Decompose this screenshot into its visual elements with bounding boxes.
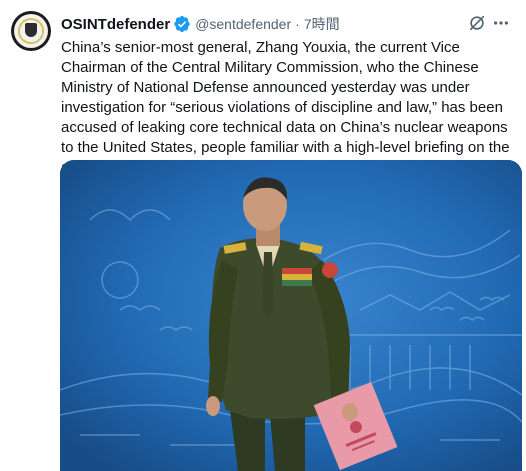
author-name[interactable]: OSINTdefender xyxy=(61,16,170,33)
photo-general-walking xyxy=(60,160,522,471)
separator-dot: · xyxy=(295,16,300,32)
avatar[interactable] xyxy=(11,11,51,51)
avatar-logo-icon xyxy=(14,14,48,48)
tweet-time[interactable]: 7時間 xyxy=(304,14,340,34)
grok-icon[interactable] xyxy=(468,14,486,32)
author-handle[interactable]: @sentdefender xyxy=(195,16,291,32)
tweet-text: China’s senior-most general, Zhang Youxi… xyxy=(61,39,510,176)
more-options-icon[interactable] xyxy=(492,14,510,32)
tweet-header: OSINTdefender @sentdefender · 7時間 xyxy=(61,14,510,34)
verified-badge-icon xyxy=(174,15,190,33)
tweet-media-image[interactable] xyxy=(60,160,522,471)
